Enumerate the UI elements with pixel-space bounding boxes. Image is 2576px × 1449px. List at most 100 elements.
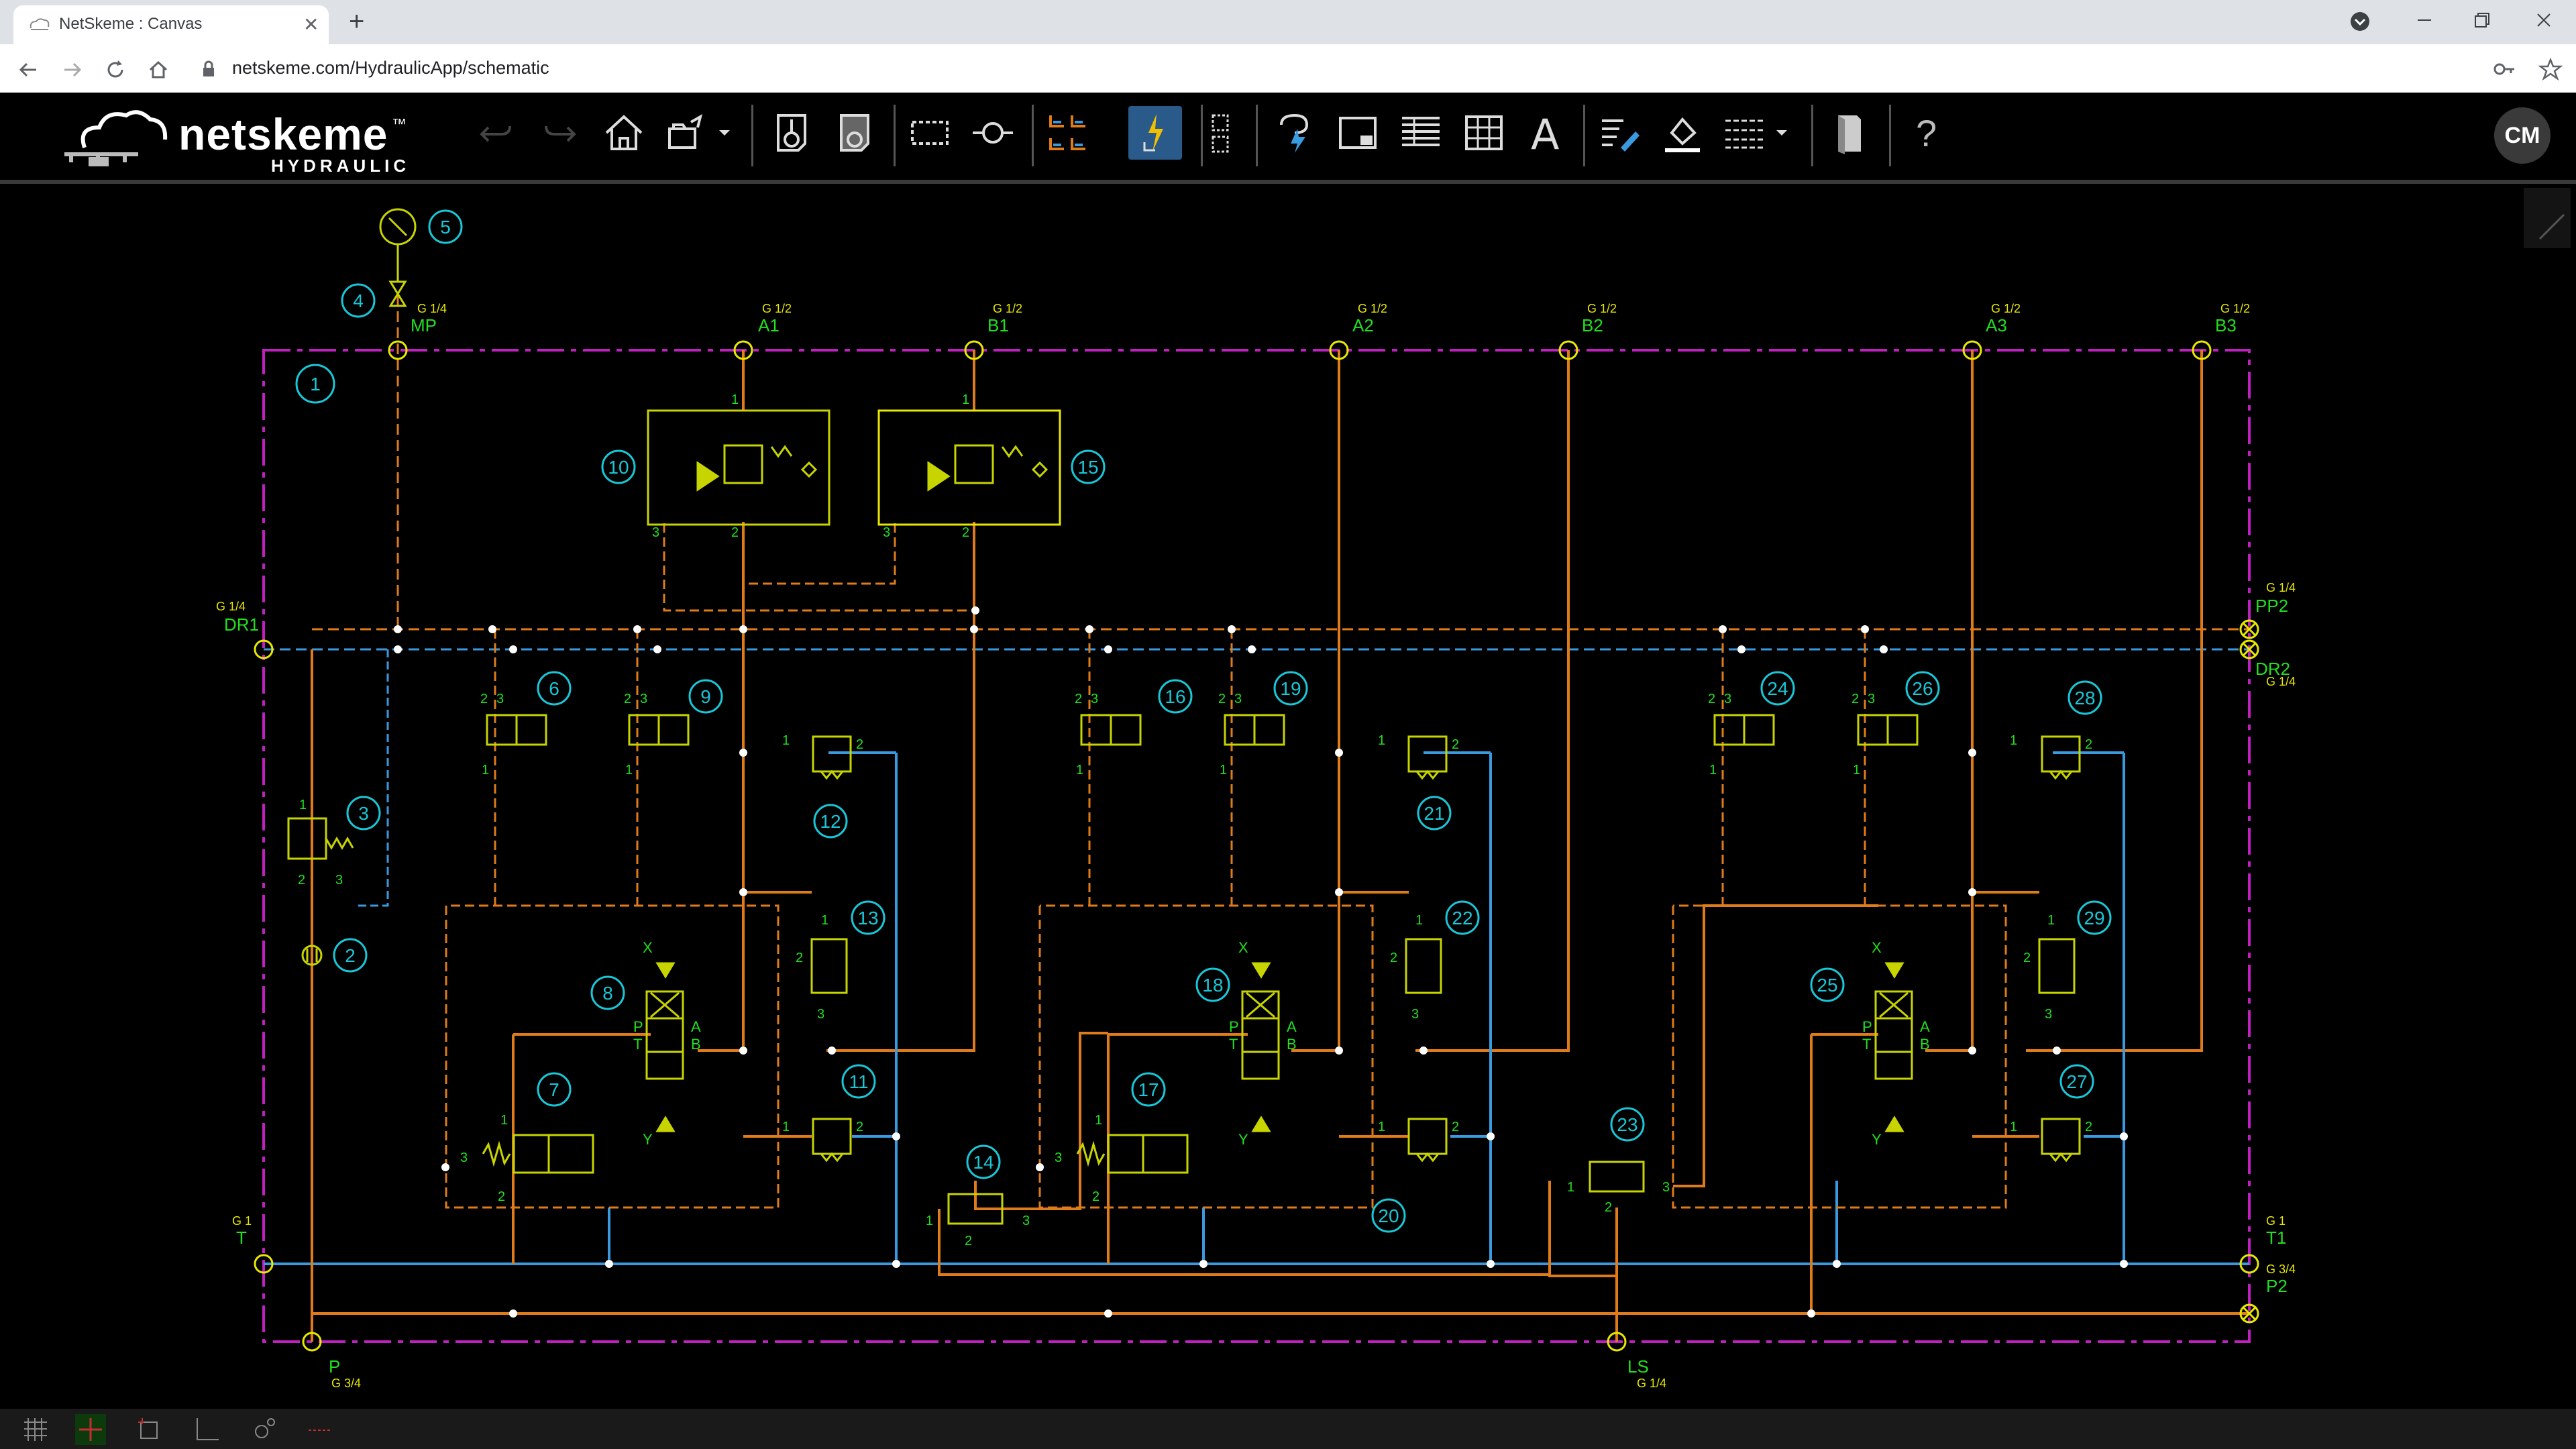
- label-4: 4: [341, 283, 376, 318]
- library-button[interactable]: [1822, 106, 1876, 160]
- flow-animation-toggle-button[interactable]: [305, 1414, 335, 1445]
- label-27: 27: [2059, 1064, 2094, 1099]
- grid-toggle-button[interactable]: [20, 1414, 51, 1445]
- user-avatar[interactable]: CM: [2494, 107, 2551, 164]
- lock-icon[interactable]: [201, 60, 216, 78]
- canvas-corner-tool[interactable]: [2524, 188, 2571, 248]
- label-12: 12: [813, 804, 848, 839]
- home-browser-icon[interactable]: [145, 56, 172, 83]
- browser-tab[interactable]: NetSkeme : Canvas ✕: [13, 5, 329, 44]
- label-2: 2: [333, 938, 368, 973]
- svg-text:2: 2: [731, 525, 739, 540]
- schematic-canvas[interactable]: 1 2 3 4 5 6 7 8 9 10 11 12 13 14 15 16 1…: [0, 184, 2576, 1409]
- power-connect-button[interactable]: [1128, 106, 1182, 160]
- minimize-icon[interactable]: [2411, 7, 2438, 34]
- back-icon[interactable]: [15, 56, 42, 83]
- group-icon: [1212, 114, 1229, 153]
- forward-icon[interactable]: [59, 56, 86, 83]
- bookmark-star-icon[interactable]: [2538, 58, 2563, 80]
- align-button[interactable]: [1041, 106, 1095, 160]
- svg-text:1: 1: [299, 798, 307, 812]
- component-insert-button[interactable]: [765, 106, 818, 160]
- svg-text:3: 3: [1055, 1150, 1062, 1165]
- new-tab-icon[interactable]: +: [349, 8, 364, 35]
- svg-text:A: A: [1920, 1018, 1930, 1035]
- toolbar-separator: [1811, 105, 1813, 166]
- help-button[interactable]: ?: [1900, 106, 1953, 160]
- edit-lines-button[interactable]: [1593, 106, 1646, 160]
- line-style-button[interactable]: [1719, 106, 1792, 160]
- label-23: 23: [1610, 1107, 1645, 1142]
- svg-text:Y: Y: [1238, 1131, 1248, 1148]
- svg-text:11: 11: [849, 1071, 868, 1092]
- component-remove-button[interactable]: [828, 106, 881, 160]
- connection-points-toggle-button[interactable]: [248, 1414, 279, 1445]
- label-13: 13: [851, 900, 885, 935]
- key-icon[interactable]: [2493, 59, 2517, 79]
- label-11: 11: [841, 1064, 876, 1099]
- line-tool-icon: [2538, 213, 2565, 240]
- svg-text:2: 2: [965, 1234, 972, 1248]
- svg-text:1: 1: [1567, 1180, 1574, 1195]
- svg-text:2: 2: [1390, 951, 1397, 965]
- restore-icon[interactable]: [2469, 7, 2496, 34]
- logo-trademark: ™: [392, 115, 407, 132]
- svg-text:5: 5: [440, 217, 451, 237]
- group-button[interactable]: [1198, 106, 1252, 160]
- power-connect-icon: [1143, 114, 1163, 152]
- svg-text:28: 28: [2074, 688, 2095, 708]
- snap-toggle-button[interactable]: [75, 1414, 106, 1445]
- svg-text:LS: LS: [1627, 1356, 1649, 1377]
- svg-text:2: 2: [2085, 737, 2092, 752]
- svg-text:T: T: [1862, 1036, 1871, 1053]
- tab-close-icon[interactable]: ✕: [303, 13, 319, 36]
- svg-text:13: 13: [857, 908, 878, 928]
- svg-text:4: 4: [353, 290, 364, 311]
- label-8: 8: [590, 975, 625, 1010]
- netskeme-favicon-icon: [30, 18, 50, 30]
- svg-text:3: 3: [460, 1150, 468, 1165]
- connect-button[interactable]: [966, 106, 1020, 160]
- window-close-icon[interactable]: [2530, 7, 2557, 34]
- ortho-toggle-button[interactable]: [191, 1414, 221, 1445]
- svg-text:T: T: [633, 1036, 642, 1053]
- table-list-button[interactable]: [1394, 106, 1448, 160]
- component-labels[interactable]: 1 2 3 4 5 6 7 8 9 10 11 12 13 14 15 16 1…: [295, 209, 2112, 1233]
- reload-icon[interactable]: [102, 56, 129, 83]
- profile-menu-icon[interactable]: [2348, 9, 2372, 34]
- svg-text:18: 18: [1202, 975, 1223, 996]
- svg-text:26: 26: [1912, 678, 1933, 699]
- svg-text:3: 3: [640, 692, 647, 706]
- flow-button[interactable]: [1268, 106, 1322, 160]
- fill-button[interactable]: [1656, 106, 1709, 160]
- ortho-icon: [197, 1418, 219, 1440]
- svg-text:1: 1: [926, 1214, 933, 1228]
- svg-text:B: B: [1920, 1036, 1930, 1053]
- table-grid-button[interactable]: [1457, 106, 1511, 160]
- home-button[interactable]: [597, 106, 651, 160]
- gauge-5[interactable]: [379, 208, 417, 246]
- svg-text:G 1/2: G 1/2: [1587, 302, 1617, 315]
- svg-text:27: 27: [2066, 1071, 2087, 1092]
- url-input[interactable]: netskeme.com/HydraulicApp/schematic: [232, 58, 549, 78]
- svg-text:P2: P2: [2266, 1276, 2288, 1296]
- hydraulic-schematic[interactable]: 1 2 3 4 5 6 7 8 9 10 11 12 13 14 15 16 1…: [0, 184, 2576, 1409]
- text-tool-button[interactable]: A: [1519, 106, 1572, 160]
- frame-button[interactable]: [1331, 106, 1385, 160]
- bounds-toggle-button[interactable]: [134, 1414, 165, 1445]
- label-28: 28: [2068, 680, 2102, 715]
- svg-text:1: 1: [482, 763, 489, 777]
- undo-button[interactable]: [470, 106, 523, 160]
- open-button[interactable]: [661, 106, 735, 160]
- svg-text:23: 23: [1617, 1114, 1638, 1135]
- svg-text:3: 3: [652, 525, 659, 540]
- svg-text:P: P: [329, 1356, 340, 1377]
- flow-icon: [1280, 113, 1309, 153]
- svg-text:2: 2: [624, 692, 631, 706]
- select-rect-button[interactable]: [903, 106, 957, 160]
- redo-button[interactable]: [533, 106, 586, 160]
- logo-subtitle: HYDRAULIC: [271, 156, 411, 176]
- svg-text:2: 2: [1092, 1189, 1099, 1204]
- svg-text:B: B: [691, 1036, 701, 1053]
- svg-text:A: A: [1287, 1018, 1297, 1035]
